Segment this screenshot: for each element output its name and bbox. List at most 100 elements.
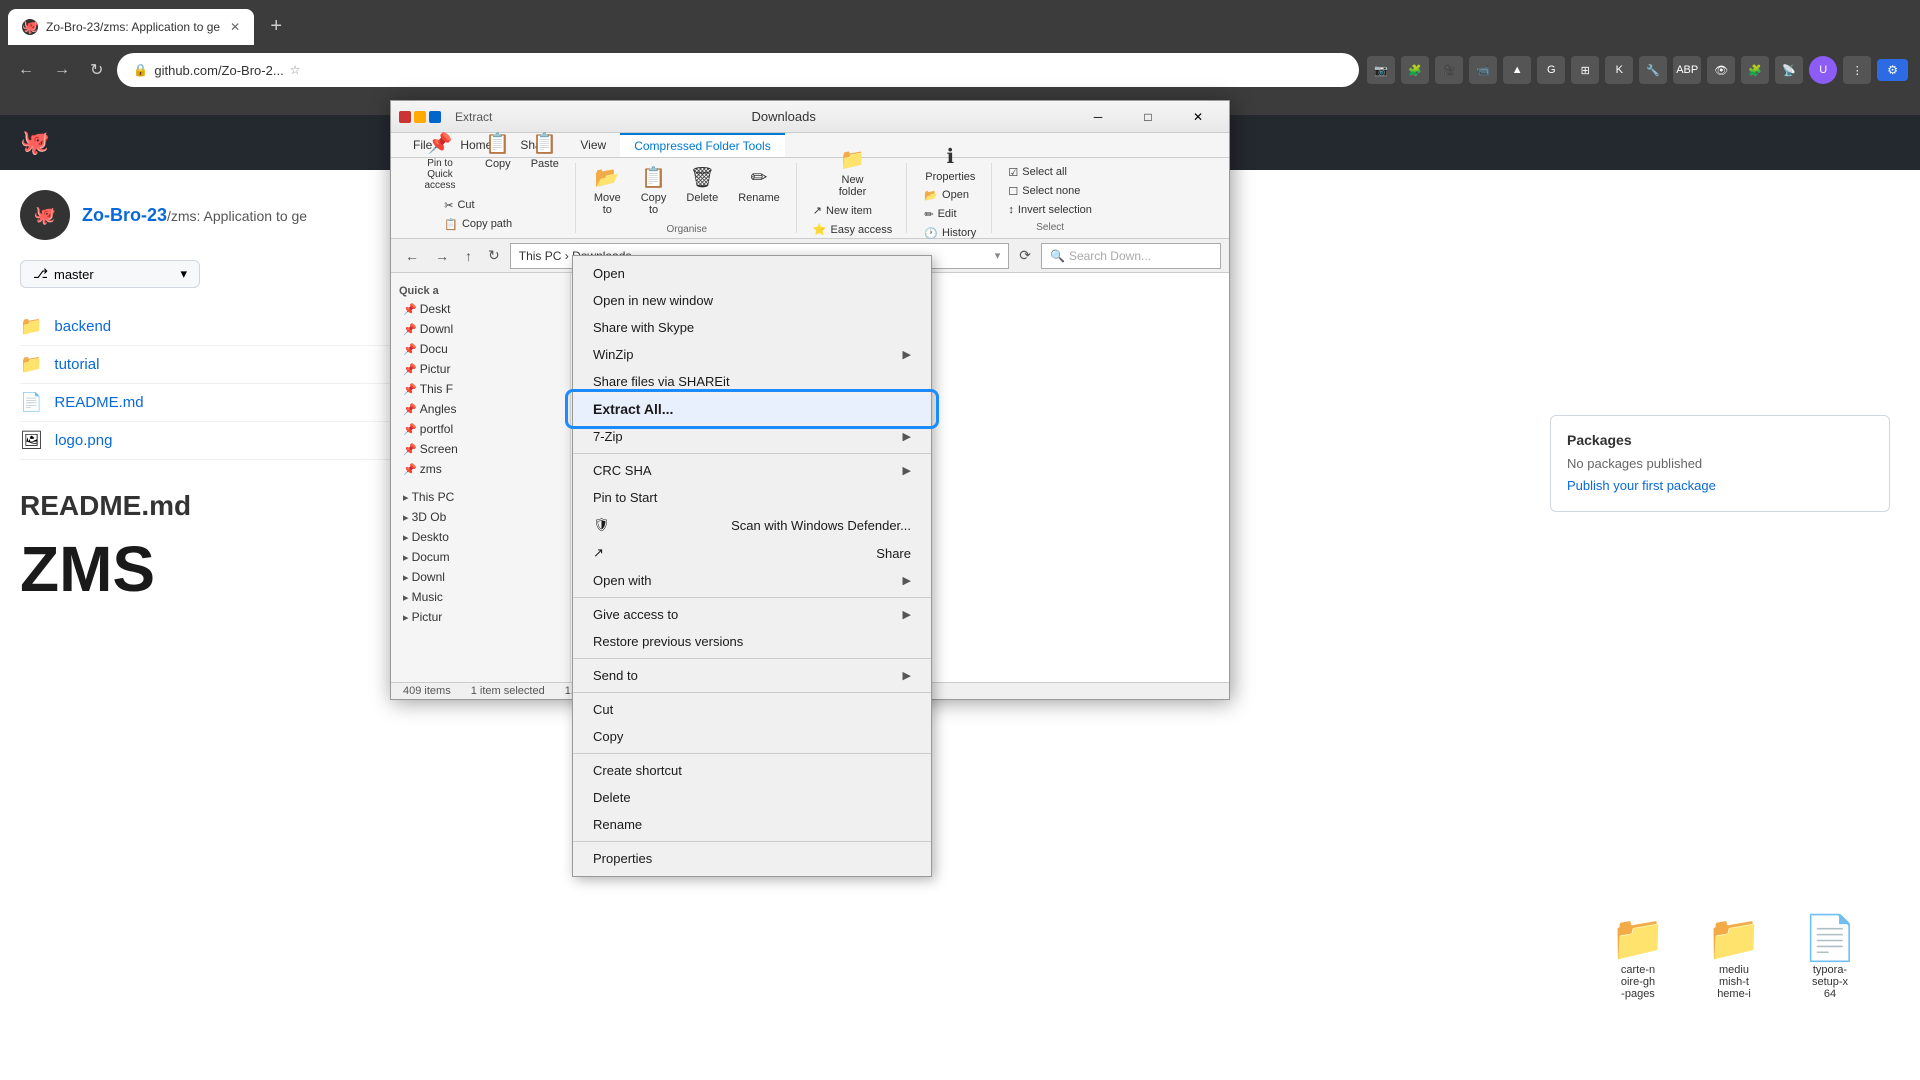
cm-defender[interactable]: 🛡 Scan with Windows Defender... bbox=[573, 511, 931, 539]
packages-none: No packages published bbox=[1567, 456, 1873, 471]
maximize-button[interactable]: □ bbox=[1125, 105, 1171, 129]
cm-shareit[interactable]: Share files via SHAREit bbox=[573, 368, 931, 395]
invert-selection-button[interactable]: ↕ Invert selection bbox=[1002, 202, 1097, 218]
address-bar[interactable]: 🔒 github.com/Zo-Bro-2... ☆ bbox=[117, 53, 1359, 87]
paste-button[interactable]: 📋 Paste bbox=[523, 127, 567, 195]
publish-link[interactable]: Publish your first package bbox=[1567, 478, 1716, 493]
left-item-desktop[interactable]: Deskt bbox=[391, 299, 570, 319]
file-name[interactable]: README.md bbox=[54, 394, 143, 411]
close-button[interactable]: ✕ bbox=[1175, 105, 1221, 129]
context-menu: Open Open in new window Share with Skype… bbox=[572, 255, 932, 877]
new-item-button[interactable]: ↗ New item bbox=[807, 202, 898, 219]
left-item-documents2[interactable]: Docum bbox=[391, 547, 570, 567]
cm-give-access[interactable]: Give access to ▶ bbox=[573, 601, 931, 628]
tab-view[interactable]: View bbox=[566, 133, 620, 157]
cm-properties[interactable]: Properties bbox=[573, 845, 931, 872]
left-item-angles[interactable]: Angles bbox=[391, 399, 570, 419]
cm-copy[interactable]: Copy bbox=[573, 723, 931, 750]
search-box[interactable]: 🔍 Search Down... bbox=[1041, 243, 1221, 269]
pin-button[interactable]: 📌 Pin to Quick access bbox=[407, 127, 473, 195]
cm-share-skype[interactable]: Share with Skype bbox=[573, 314, 931, 341]
delete-button[interactable]: 🗑 Delete bbox=[678, 161, 726, 220]
left-item-downloads2[interactable]: Downl bbox=[391, 567, 570, 587]
new-tab-button[interactable]: + bbox=[262, 13, 290, 41]
copy-button[interactable]: 📋 Copy bbox=[477, 127, 519, 195]
cm-winzip[interactable]: WinZip ▶ bbox=[573, 341, 931, 368]
edit-button[interactable]: ✏ Edit bbox=[918, 206, 982, 223]
left-item-3dobj[interactable]: 3D Ob bbox=[391, 507, 570, 527]
copy-to-button[interactable]: 📋 Copyto bbox=[633, 161, 675, 220]
file-name[interactable]: tutorial bbox=[54, 356, 99, 373]
rename-button[interactable]: ✏ Rename bbox=[730, 161, 788, 220]
thumb-item-2[interactable]: 📁 mediumish-theme-i bbox=[1694, 912, 1774, 1000]
refresh-button[interactable]: ↻ bbox=[84, 56, 109, 84]
menu-icon[interactable]: ⋮ bbox=[1843, 56, 1871, 84]
left-item-pictures2[interactable]: Pictur bbox=[391, 607, 570, 627]
cut-button[interactable]: ✂ Cut bbox=[438, 197, 535, 214]
cm-share[interactable]: ↗ Share bbox=[573, 539, 931, 567]
forward-button[interactable]: → bbox=[48, 57, 76, 83]
thumb-name-3: typora-setup-x64 bbox=[1812, 964, 1848, 1000]
move-to-button[interactable]: 📂 Moveto bbox=[586, 161, 629, 220]
new-folder-button[interactable]: 📁 Newfolder bbox=[831, 143, 875, 202]
cm-pin-start[interactable]: Pin to Start bbox=[573, 484, 931, 511]
cm-open[interactable]: Open bbox=[573, 260, 931, 287]
dot-red bbox=[399, 111, 411, 123]
nav-refresh-button[interactable]: ↻ bbox=[482, 245, 506, 266]
left-item-pictures[interactable]: Pictur bbox=[391, 359, 570, 379]
github-logo-icon: 🐙 bbox=[20, 128, 50, 157]
cm-send-to[interactable]: Send to ▶ bbox=[573, 662, 931, 689]
left-item-thisf[interactable]: This F bbox=[391, 379, 570, 399]
cm-restore[interactable]: Restore previous versions bbox=[573, 628, 931, 655]
file-name[interactable]: backend bbox=[54, 318, 111, 335]
left-item-thispc[interactable]: This PC bbox=[391, 487, 570, 507]
nav-back-button[interactable]: ← bbox=[399, 246, 425, 266]
cm-extract-all[interactable]: Extract All... bbox=[573, 395, 931, 423]
thumb-item-3[interactable]: 📄 typora-setup-x64 bbox=[1790, 912, 1870, 1000]
defender-icon: 🛡 bbox=[593, 517, 610, 533]
tab-close-button[interactable]: ✕ bbox=[230, 20, 240, 34]
cm-delete[interactable]: Delete bbox=[573, 784, 931, 811]
cm-separator-1 bbox=[573, 453, 931, 454]
file-name[interactable]: logo.png bbox=[55, 432, 113, 449]
select-none-button[interactable]: ☐ Select none bbox=[1002, 183, 1097, 200]
left-item-zms[interactable]: zms bbox=[391, 459, 570, 479]
copy-to-label: Copyto bbox=[641, 192, 667, 216]
organise-group: 📂 Moveto 📋 Copyto 🗑 Delete ✏ bbox=[578, 163, 797, 233]
nav-forward-button[interactable]: → bbox=[429, 246, 455, 266]
cm-open-new-window[interactable]: Open in new window bbox=[573, 287, 931, 314]
left-item-documents[interactable]: Docu bbox=[391, 339, 570, 359]
left-item-portfolio[interactable]: portfol bbox=[391, 419, 570, 439]
left-item-downloads[interactable]: Downl bbox=[391, 319, 570, 339]
left-item-music[interactable]: Music bbox=[391, 587, 570, 607]
nav-up-button[interactable]: ↑ bbox=[459, 246, 478, 266]
cm-open-with[interactable]: Open with ▶ bbox=[573, 567, 931, 594]
rename-icon: ✏ bbox=[751, 165, 768, 190]
back-button[interactable]: ← bbox=[12, 57, 40, 83]
select-all-button[interactable]: ☑ Select all bbox=[1002, 164, 1097, 181]
cm-rename[interactable]: Rename bbox=[573, 811, 931, 838]
copy-path-button[interactable]: 📋 Copy path bbox=[438, 216, 535, 233]
cm-copy-label: Copy bbox=[593, 729, 623, 744]
star-icon[interactable]: ☆ bbox=[290, 63, 301, 77]
cm-cut[interactable]: Cut bbox=[573, 696, 931, 723]
settings-icon[interactable]: ⚙ bbox=[1877, 59, 1908, 81]
cm-cut-label: Cut bbox=[593, 702, 613, 717]
easy-access-button[interactable]: ⭐ Easy access bbox=[807, 221, 898, 238]
left-item-desktop2[interactable]: Deskto bbox=[391, 527, 570, 547]
cm-create-shortcut[interactable]: Create shortcut bbox=[573, 757, 931, 784]
thumb-item-1[interactable]: 📁 carte-noire-gh-pages bbox=[1598, 912, 1678, 1000]
tab-compressed[interactable]: Compressed Folder Tools bbox=[620, 133, 785, 157]
cm-crc-sha[interactable]: CRC SHA ▶ bbox=[573, 457, 931, 484]
delete-icon: 🗑 bbox=[690, 165, 715, 190]
user-avatar[interactable]: U bbox=[1809, 56, 1837, 84]
refresh-button[interactable]: ⟳ bbox=[1013, 245, 1037, 266]
open-ribbon-button[interactable]: 📂 Open bbox=[918, 187, 982, 204]
left-item-screen[interactable]: Screen bbox=[391, 439, 570, 459]
active-tab[interactable]: 🐙 Zo-Bro-23/zms: Application to ge ✕ bbox=[8, 9, 254, 45]
org-name[interactable]: Zo-Bro-23 bbox=[82, 205, 167, 225]
minimize-button[interactable]: ─ bbox=[1075, 105, 1121, 129]
cm-7zip[interactable]: 7-Zip ▶ bbox=[573, 423, 931, 450]
properties-button[interactable]: ℹ Properties bbox=[917, 140, 983, 187]
camera-icon: 📷 bbox=[1367, 56, 1395, 84]
